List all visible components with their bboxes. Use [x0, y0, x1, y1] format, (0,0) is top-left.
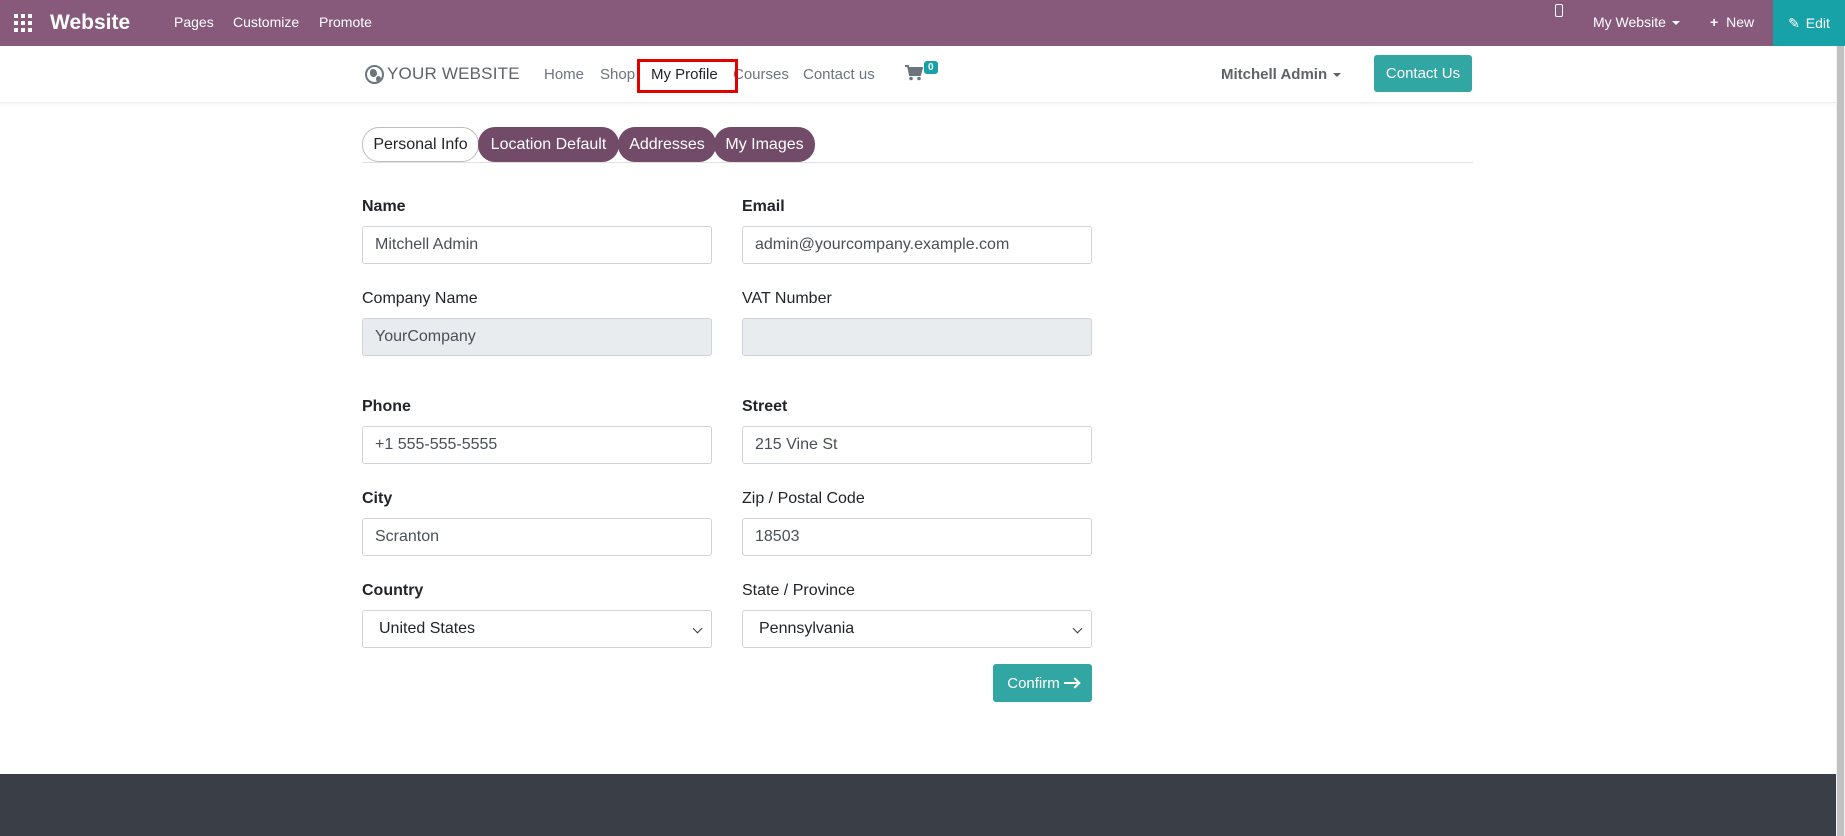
menu-customize[interactable]: Customize [233, 14, 299, 30]
country-select[interactable]: United States [362, 610, 712, 648]
mobile-preview-icon[interactable] [1555, 4, 1563, 17]
country-label: Country [362, 582, 424, 599]
tabs-divider [362, 162, 1473, 163]
arrow-right-icon [1063, 682, 1078, 684]
nav-shop[interactable]: Shop [600, 66, 635, 83]
street-input[interactable]: 215 Vine St [742, 426, 1092, 464]
website-selector[interactable]: My Website [1593, 14, 1680, 30]
website-header: YOUR WEBSITE Home Shop My Profile Course… [0, 46, 1845, 103]
name-input[interactable]: Mitchell Admin [362, 226, 712, 264]
zip-input[interactable]: 18503 [742, 518, 1092, 556]
tab-addresses[interactable]: Addresses [618, 127, 716, 162]
state-select-value: Pennsylvania [759, 620, 855, 637]
state-label: State / Province [742, 582, 855, 599]
admin-topbar: Website Pages Customize Promote My Websi… [0, 0, 1845, 46]
chevron-down-icon [1072, 623, 1083, 634]
email-input[interactable]: admin@yourcompany.example.com [742, 226, 1092, 264]
nav-home[interactable]: Home [544, 66, 584, 83]
scrollbar-thumb[interactable] [1837, 46, 1844, 836]
user-menu[interactable]: Mitchell Admin [1221, 66, 1342, 83]
phone-label: Phone [362, 398, 411, 415]
site-logo[interactable]: YOUR WEBSITE [365, 64, 520, 84]
nav-contact-us[interactable]: Contact us [803, 66, 875, 83]
app-brand: Website [50, 11, 131, 34]
confirm-button[interactable]: Confirm [993, 664, 1092, 702]
tab-personal-info[interactable]: Personal Info [362, 127, 479, 162]
edit-button[interactable]: ✎ Edit [1773, 0, 1845, 46]
logo-text: YOUR WEBSITE [387, 64, 520, 83]
scrollbar[interactable] [1836, 46, 1845, 836]
street-label: Street [742, 398, 788, 415]
company-name-label: Company Name [362, 290, 478, 307]
user-name: Mitchell Admin [1221, 66, 1328, 83]
cart-icon[interactable] [905, 65, 923, 81]
state-select[interactable]: Pennsylvania [742, 610, 1092, 648]
city-input[interactable]: Scranton [362, 518, 712, 556]
pencil-icon: ✎ [1788, 14, 1800, 31]
cart-count-badge: 0 [924, 61, 938, 74]
new-button[interactable]: + New [1710, 14, 1754, 30]
vat-number-label: VAT Number [742, 290, 832, 307]
apps-grid-icon[interactable] [14, 14, 32, 32]
email-label: Email [742, 198, 785, 215]
tab-location-default[interactable]: Location Default [478, 127, 619, 162]
website-selector-label: My Website [1593, 14, 1666, 30]
contact-us-button[interactable]: Contact Us [1374, 55, 1472, 92]
chevron-down-icon [1333, 73, 1342, 78]
new-label: New [1726, 14, 1755, 30]
country-select-value: United States [379, 620, 476, 637]
company-name-input: YourCompany [362, 318, 712, 356]
name-label: Name [362, 198, 406, 215]
phone-input[interactable]: +1 555-555-5555 [362, 426, 712, 464]
zip-label: Zip / Postal Code [742, 490, 865, 507]
city-label: City [362, 490, 393, 507]
nav-courses[interactable]: Courses [733, 66, 789, 83]
page-footer [0, 774, 1836, 836]
tab-my-images[interactable]: My Images [714, 127, 815, 162]
plus-icon: + [1710, 14, 1719, 30]
globe-icon [365, 64, 384, 84]
menu-promote[interactable]: Promote [319, 14, 372, 30]
highlight-box [637, 59, 738, 93]
chevron-down-icon [1671, 21, 1680, 26]
confirm-label: Confirm [1007, 674, 1060, 692]
menu-pages[interactable]: Pages [174, 14, 214, 30]
vat-number-input [742, 318, 1092, 356]
chevron-down-icon [692, 623, 703, 634]
edit-label: Edit [1805, 15, 1830, 31]
